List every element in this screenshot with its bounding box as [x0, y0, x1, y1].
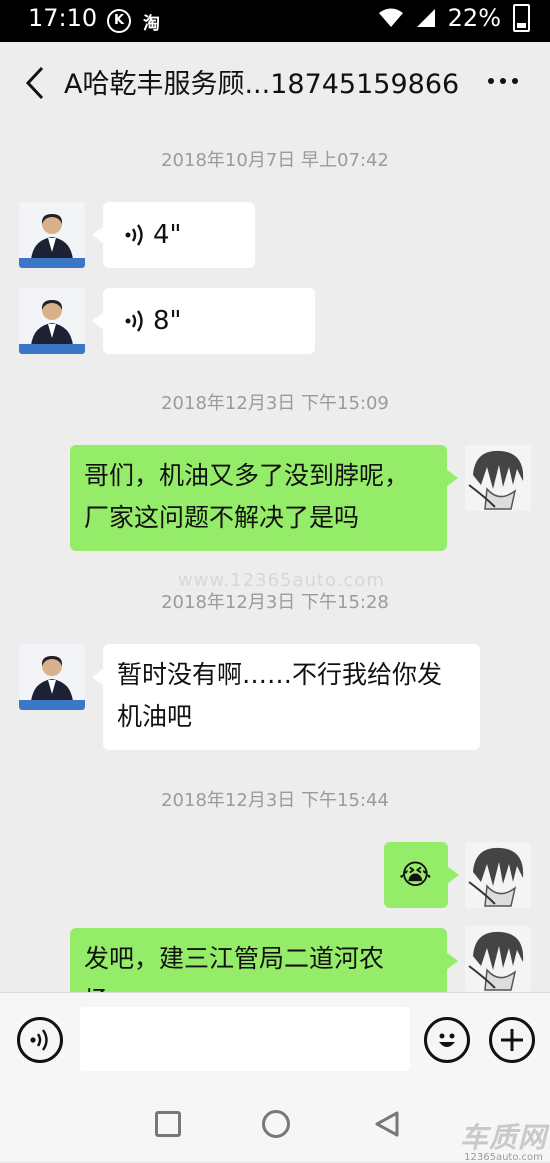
status-right: 22%: [378, 4, 530, 32]
voice-wave-icon: [125, 224, 143, 246]
battery-percent: 22%: [447, 4, 501, 32]
manga-avatar-icon: [465, 445, 531, 511]
manga-avatar-icon: [465, 842, 531, 908]
message-line: 哥们，机油又多了没到脖呢，: [84, 461, 410, 490]
back-arrow-icon[interactable]: [22, 66, 50, 100]
advisor-avatar-icon: [19, 644, 85, 710]
avatar[interactable]: [19, 288, 85, 354]
wifi-icon: [378, 8, 403, 27]
incoming-text-bubble[interactable]: 暂时没有啊……不行我给你发 机油吧: [92, 644, 480, 750]
outgoing-emoji-bubble[interactable]: 😭: [384, 842, 459, 908]
advisor-avatar-icon: [19, 288, 85, 354]
site-logo: 车质网 12365auto.com: [460, 1116, 547, 1163]
my-avatar[interactable]: [465, 445, 531, 511]
timestamp: 2018年12月3日 下午15:28: [161, 592, 389, 613]
voice-duration: 8": [153, 306, 182, 336]
emoji-icon[interactable]: [424, 1017, 470, 1063]
voice-duration: 4": [153, 220, 182, 250]
timestamp: 2018年12月3日 下午15:44: [161, 790, 389, 811]
timestamp: 2018年12月3日 下午15:09: [161, 393, 389, 414]
home-icon[interactable]: [262, 1110, 290, 1138]
status-time: 17:10: [28, 4, 98, 32]
site-logo-url: 12365auto.com: [464, 1152, 543, 1163]
voice-message-bubble[interactable]: 4": [92, 202, 255, 268]
outgoing-text-bubble[interactable]: 哥们，机油又多了没到脖呢， 厂家这问题不解决了是吗: [70, 445, 458, 551]
chat-header: A哈乾丰服务顾...18745159866: [0, 42, 550, 124]
my-avatar[interactable]: [465, 842, 531, 908]
voice-wave-icon: [125, 310, 143, 332]
k-badge-icon: K: [107, 9, 131, 33]
message-line: 厂家这问题不解决了是吗: [84, 503, 360, 532]
chat-title: A哈乾丰服务顾...18745159866: [64, 69, 460, 100]
my-avatar[interactable]: [465, 926, 531, 992]
message-line: 暂时没有啊……不行我给你发: [117, 660, 443, 689]
message-line: 发吧，建三江管局二道河农: [84, 944, 385, 973]
crying-laughing-emoji: 😭: [399, 858, 432, 891]
timestamp: 2018年10月7日 早上07:42: [161, 150, 389, 171]
nav-back-icon[interactable]: [374, 1110, 400, 1138]
message-line: 机油吧: [117, 702, 193, 731]
avatar[interactable]: [19, 202, 85, 268]
signal-icon: [416, 9, 435, 27]
message-input[interactable]: [80, 1007, 410, 1071]
advisor-avatar-icon: [19, 202, 85, 268]
manga-avatar-icon: [465, 926, 531, 992]
site-logo-name: 车质网: [460, 1121, 548, 1154]
recents-icon[interactable]: [155, 1111, 181, 1137]
voice-input-icon[interactable]: [17, 1017, 63, 1063]
voice-message-bubble[interactable]: 8": [92, 288, 315, 354]
voice-wave-icon: [30, 1029, 48, 1051]
plus-symbol-icon: [501, 1029, 523, 1051]
taobao-icon: 淘: [143, 14, 160, 34]
input-bar: [0, 992, 550, 1087]
smiley-face-icon: [439, 1033, 455, 1047]
plus-icon[interactable]: [489, 1017, 535, 1063]
more-dots-icon[interactable]: [488, 78, 518, 84]
avatar[interactable]: [19, 644, 85, 710]
battery-icon: [513, 4, 530, 32]
status-bar: 17:10 K 淘 22%: [0, 0, 550, 42]
